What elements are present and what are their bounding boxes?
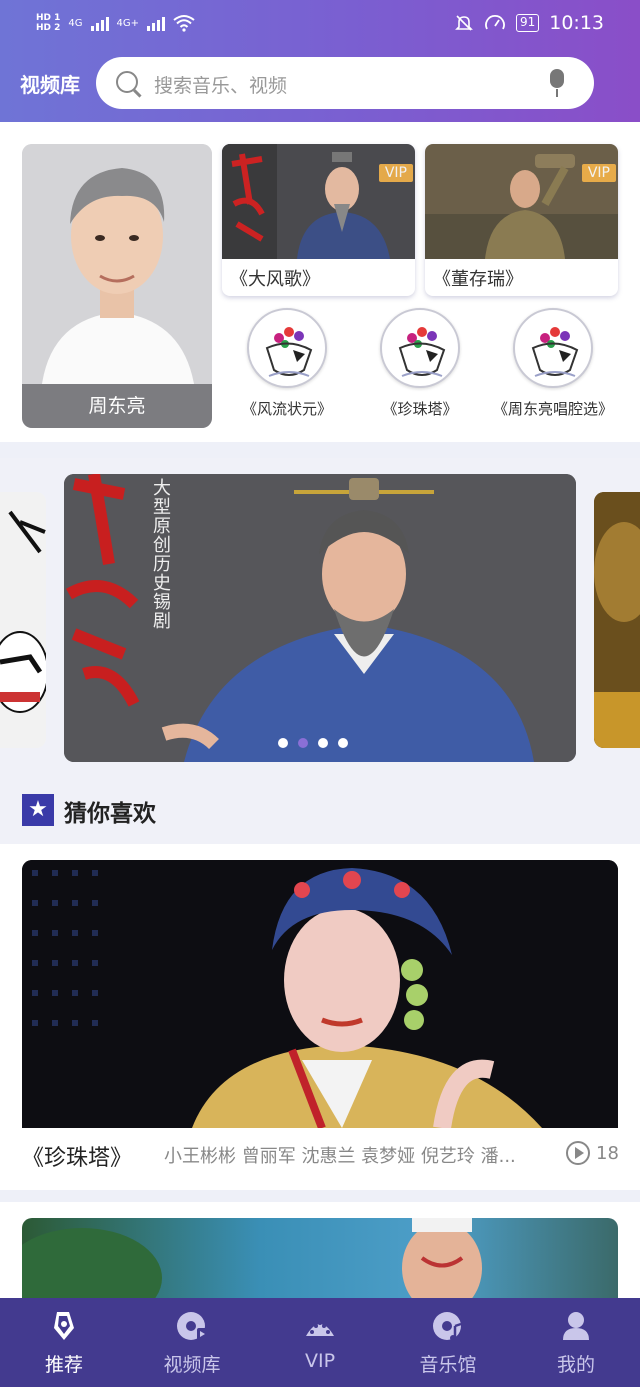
music-disc-icon: [433, 1312, 462, 1341]
wifi-icon: [173, 15, 195, 32]
nav-item-recommend[interactable]: 推荐: [0, 1298, 128, 1387]
recommend-video-card[interactable]: 《珍珠塔》 小王彬彬 曾丽军 沈惠兰 袁梦娅 倪艺玲 潘... 18: [0, 844, 640, 1190]
album-item[interactable]: 《珍珠塔》: [355, 308, 485, 419]
album-item[interactable]: 《周东亮唱腔选》: [488, 308, 618, 419]
app-header: HD 1 HD 2 4G 4G+ 91 10:13 视频库 搜索音乐、视频: [0, 0, 640, 122]
artist-photo: [22, 144, 212, 384]
status-bar: HD 1 HD 2 4G 4G+ 91 10:13: [36, 8, 604, 38]
vip-crown-icon: [306, 1321, 334, 1336]
mute-bell-icon: [455, 15, 473, 31]
video-thumbnail[interactable]: [22, 860, 618, 1128]
microphone-icon[interactable]: [550, 69, 564, 97]
nav-label: 我的: [556, 1354, 595, 1376]
star-icon: ★: [22, 794, 54, 826]
video-title: 《珍珠塔》: [22, 1146, 133, 1171]
opera-mask-icon: [247, 308, 327, 388]
opera-mask-icon: [513, 308, 593, 388]
album-item[interactable]: 《风流状元》: [222, 308, 352, 419]
nav-item-video-library[interactable]: 视频库: [128, 1298, 256, 1387]
video-card[interactable]: VIP 《董存瑞》: [425, 144, 618, 296]
nav-item-music-hall[interactable]: 音乐馆: [384, 1298, 512, 1387]
nav-label: 推荐: [44, 1354, 83, 1376]
video-title: 《董存瑞》: [433, 269, 523, 290]
nav-item-mine[interactable]: 我的: [512, 1298, 640, 1387]
nav-item-vip[interactable]: VIP: [256, 1298, 384, 1387]
banner-slide[interactable]: 大型原创历史锡剧: [64, 474, 576, 762]
nav-label: VIP: [304, 1350, 336, 1372]
recommend-video-card[interactable]: [0, 1202, 640, 1302]
banner-next-slide[interactable]: [594, 492, 640, 748]
recommend-header: ★ 猜你喜欢: [0, 764, 640, 844]
video-disc-icon: [177, 1312, 207, 1340]
banner-carousel[interactable]: 大型原创历史锡剧: [0, 458, 640, 764]
play-count: 18: [596, 1143, 619, 1164]
video-title: 《大风歌》: [230, 269, 320, 290]
page-title: 视频库: [20, 73, 80, 97]
section-title: 猜你喜欢: [64, 801, 156, 827]
video-card[interactable]: VIP 《大风歌》: [222, 144, 415, 296]
album-title: 《风流状元》: [241, 400, 332, 418]
banner-prev-slide[interactable]: [0, 492, 46, 748]
video-thumbnail: [222, 144, 415, 259]
clock: 10:13: [549, 12, 604, 34]
carousel-dot[interactable]: [318, 738, 328, 748]
video-thumbnail[interactable]: [22, 1218, 618, 1302]
artist-name: 周东亮: [22, 384, 212, 428]
recommend-icon: [54, 1312, 74, 1340]
play-count-icon: [566, 1141, 590, 1165]
nav-label: 音乐馆: [419, 1354, 477, 1376]
battery-indicator: 91: [515, 14, 540, 32]
video-cast: 小王彬彬 曾丽军 沈惠兰 袁梦娅 倪艺玲 潘...: [164, 1146, 516, 1167]
vip-badge: VIP: [581, 164, 616, 182]
nav-label: 视频库: [163, 1354, 221, 1376]
opera-mask-icon: [380, 308, 460, 388]
speedometer-icon: [485, 15, 505, 30]
signal-icon: [90, 15, 109, 31]
signal-icon-2: [147, 15, 166, 31]
search-icon: [116, 71, 138, 93]
banner-subtitle: 大型原创历史锡剧: [150, 478, 171, 630]
network-type-2: 4G+: [116, 17, 140, 29]
sim-indicator: HD 1 HD 2: [36, 13, 61, 33]
user-icon: [563, 1312, 589, 1340]
network-type-1: 4G: [68, 17, 83, 29]
video-thumbnail: [425, 144, 618, 259]
featured-section: 周东亮 VIP 《大风歌》 VIP 《董存瑞》 《风流状元》 《珍珠塔》 《周东…: [0, 122, 640, 442]
bottom-navigation: 推荐 视频库 VIP 音乐馆 我的: [0, 1298, 640, 1387]
carousel-dots: [278, 738, 348, 748]
vip-badge: VIP: [378, 164, 413, 182]
search-input[interactable]: 搜索音乐、视频: [154, 71, 287, 98]
carousel-dot-active[interactable]: [298, 738, 308, 748]
album-title: 《周东亮唱腔选》: [492, 400, 613, 418]
carousel-dot[interactable]: [338, 738, 348, 748]
artist-card[interactable]: 周东亮: [22, 144, 212, 428]
carousel-dot[interactable]: [278, 738, 288, 748]
album-title: 《珍珠塔》: [382, 400, 458, 418]
banner-image: [64, 474, 576, 762]
search-bar[interactable]: 搜索音乐、视频: [96, 57, 594, 109]
